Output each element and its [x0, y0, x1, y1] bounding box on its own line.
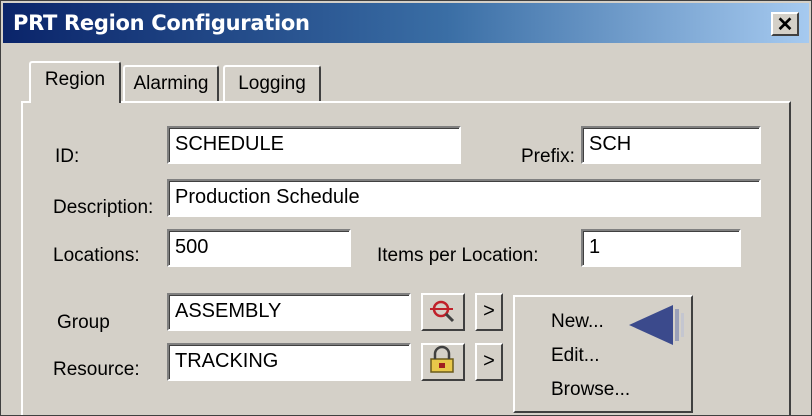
items-per-location-label: Items per Location:	[377, 245, 539, 266]
id-input[interactable]: SCHEDULE	[167, 126, 461, 164]
prefix-label: Prefix:	[521, 146, 575, 167]
locations-label: Locations:	[53, 245, 140, 266]
prt-region-config-window: PRT Region Configuration ✕ Region Alarmi…	[0, 0, 812, 416]
group-input[interactable]: ASSEMBLY	[167, 293, 411, 331]
items-per-location-input[interactable]: 1	[581, 229, 741, 267]
locations-input[interactable]: 500	[167, 229, 351, 267]
menu-item-edit[interactable]: Edit...	[551, 345, 600, 367]
menu-item-new[interactable]: New...	[551, 311, 604, 333]
resource-input[interactable]: TRACKING	[167, 343, 411, 381]
group-search-button[interactable]	[421, 293, 465, 331]
chevron-right-icon: >	[483, 350, 495, 372]
search-target-icon	[430, 300, 455, 323]
description-label: Description:	[53, 197, 154, 218]
chevron-right-icon: >	[483, 300, 495, 322]
left-arrow-pointer-icon	[629, 305, 684, 345]
resource-label: Resource:	[53, 359, 140, 380]
id-label: ID:	[55, 146, 80, 167]
prefix-input[interactable]: SCH	[581, 126, 761, 164]
menu-item-browse[interactable]: Browse...	[551, 379, 630, 401]
resource-expand-button[interactable]: >	[475, 343, 503, 381]
group-expand-button[interactable]: >	[475, 293, 503, 331]
lock-folder-icon	[430, 345, 454, 373]
group-label: Group	[57, 312, 110, 333]
description-input[interactable]: Production Schedule	[167, 179, 761, 217]
resource-browse-button[interactable]	[421, 343, 465, 381]
